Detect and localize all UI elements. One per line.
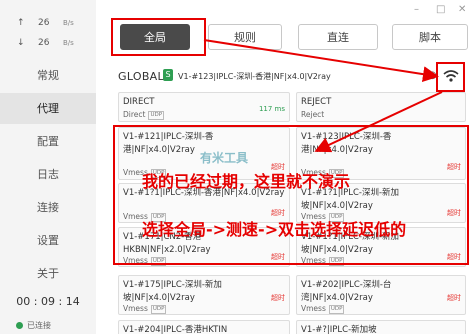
connection-status-text: 已连接 (27, 321, 51, 330)
annotation-expired: 我的已经过期，这里就不演示 (142, 172, 351, 191)
download-speed-unit: B/s (63, 39, 74, 47)
maximize-icon[interactable]: □ (436, 4, 445, 15)
proxy-name: V1-#?|IPLC-新加坡 (301, 325, 377, 334)
status-dot-icon (16, 322, 23, 329)
proxy-card[interactable]: V1-#?|IPLC-新加坡 (296, 320, 466, 334)
sidebar-item-connections[interactable]: 连接 (0, 192, 96, 223)
annotation-instruction: 选择全局->测速->双击选择延迟低的 (142, 220, 407, 239)
proxy-card[interactable]: V1-#175|IPLC-深圳-新加坡|NF|x4.0|V2ray Vmess U… (118, 275, 290, 315)
sidebar-item-about[interactable]: 关于 (0, 258, 96, 289)
highlight-latency-test (436, 62, 465, 92)
close-icon[interactable]: ✕ (458, 4, 466, 15)
upload-arrow-icon: ↑ (17, 18, 25, 28)
upload-speed: ↑ 26 B/s (0, 16, 96, 32)
proxy-card[interactable]: V1-#204|IPLC-香港HKTIN (118, 320, 290, 334)
highlight-proxy-list (113, 125, 469, 265)
proxy-card-direct[interactable]: DIRECT Direct UDP 117 ms (118, 92, 290, 122)
proxy-card-reject[interactable]: REJECT Reject (296, 92, 466, 122)
sidebar-item-proxies[interactable]: 代理 (0, 93, 96, 124)
tab-rule[interactable]: 规则 (208, 24, 282, 50)
app-window: ↑ 26 B/s ↓ 26 B/s 常规 代理 配置 日志 连接 设置 关于 0… (0, 0, 474, 334)
proxy-delay: 超时 (447, 294, 461, 302)
proxy-type: Vmess UDP (123, 304, 167, 314)
highlight-global-tab (111, 18, 206, 56)
proxy-card[interactable]: V1-#202|IPLC-深圳-台湾|NF|x4.0|V2ray Vmess UD… (296, 275, 466, 315)
group-type-badge: S (163, 69, 173, 81)
download-speed: ↓ 26 B/s (0, 36, 96, 52)
download-speed-value: 26 (38, 38, 50, 48)
proxy-name: V1-#202|IPLC-深圳-台湾|NF|x4.0|V2ray (301, 280, 392, 303)
proxy-delay: 超时 (271, 294, 285, 302)
proxy-type: Direct UDP (123, 110, 165, 120)
minimize-icon[interactable]: – (414, 4, 419, 15)
group-current-proxy: V1-#123|IPLC-深圳-香港|NF|x4.0|V2ray (178, 72, 331, 81)
proxy-delay: 117 ms (258, 105, 285, 113)
download-arrow-icon: ↓ (17, 38, 25, 48)
sidebar-item-logs[interactable]: 日志 (0, 159, 96, 190)
proxy-name: V1-#175|IPLC-深圳-新加坡|NF|x4.0|V2ray (123, 280, 222, 303)
sidebar: ↑ 26 B/s ↓ 26 B/s 常规 代理 配置 日志 连接 设置 关于 0… (0, 0, 96, 334)
proxy-type: Reject (301, 110, 325, 119)
proxy-name: REJECT (301, 97, 332, 107)
group-name: GLOBAL (118, 70, 164, 83)
sidebar-item-profiles[interactable]: 配置 (0, 126, 96, 157)
sidebar-item-settings[interactable]: 设置 (0, 225, 96, 256)
sidebar-item-general[interactable]: 常规 (0, 60, 96, 91)
upload-speed-value: 26 (38, 18, 50, 28)
proxy-name: V1-#204|IPLC-香港HKTIN (123, 325, 228, 334)
connection-status: 已连接 (16, 320, 51, 331)
upload-speed-unit: B/s (63, 19, 74, 27)
proxy-type: Vmess UDP (301, 304, 345, 314)
tab-script[interactable]: 脚本 (392, 24, 468, 50)
uptime-timer: 00 : 09 : 14 (16, 295, 80, 308)
tab-direct[interactable]: 直连 (298, 24, 378, 50)
